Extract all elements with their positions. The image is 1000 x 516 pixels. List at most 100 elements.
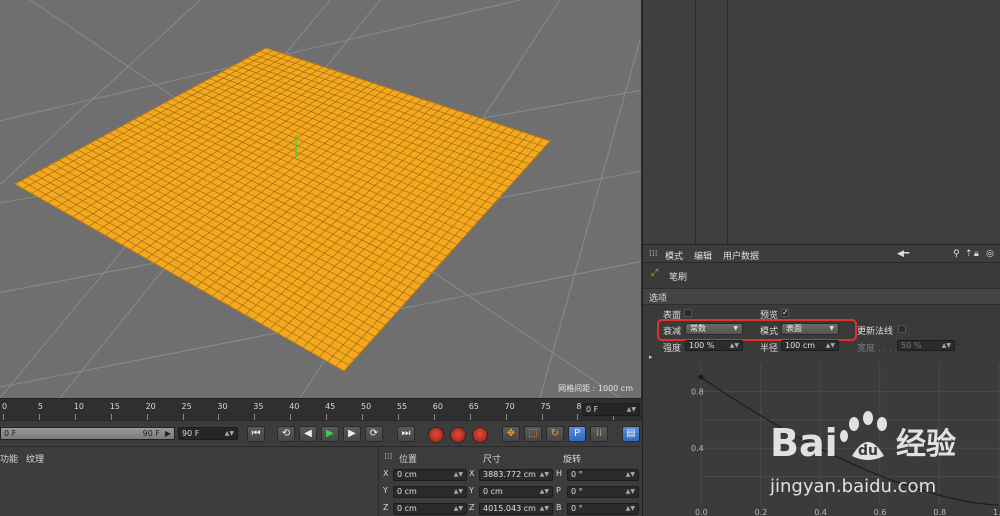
end-frame-value: 90 F <box>182 429 200 438</box>
drag-handle-icon[interactable]: ⁞⁞⁞ <box>649 249 658 259</box>
previous-frame-button[interactable]: ◀ <box>299 426 317 442</box>
timeline-tick-label: 40 <box>289 402 300 411</box>
up-arrow-icon[interactable]: ⇡ <box>965 249 973 259</box>
position-field-value: 0 cm <box>397 487 417 496</box>
current-frame-field[interactable]: 0 F ▲▼ <box>582 403 640 416</box>
timeline-tick-label: 20 <box>145 402 156 411</box>
stepper-arrows-icon[interactable]: ▲▼ <box>730 341 739 350</box>
stepper-arrows-icon[interactable]: ▲▼ <box>626 470 635 480</box>
collapse-triangle-icon[interactable]: ▸ <box>649 353 653 361</box>
stepper-arrows-icon[interactable]: ▲▼ <box>454 504 463 514</box>
position-axis-label: Y <box>383 486 388 495</box>
timeline-tick-label: 25 <box>181 402 192 411</box>
record-parameter-button[interactable]: P <box>568 426 586 442</box>
width-field: 50 % ▲▼ <box>897 340 955 351</box>
range-start-value: 0 F <box>4 429 17 438</box>
range-arrow-icon[interactable]: ▶ <box>165 428 171 439</box>
rotation-header: 旋转 <box>563 455 582 465</box>
position-field[interactable]: 0 cm ▲▼ <box>393 503 467 515</box>
menu-texture[interactable]: 纹理 <box>26 452 44 465</box>
strength-field[interactable]: 100 % ▲▼ <box>685 340 743 351</box>
falloff-label: 衰减 <box>663 327 682 337</box>
position-axis-label: X <box>383 469 388 478</box>
back-arrow-icon[interactable]: ◀━ <box>897 249 909 259</box>
rotation-field[interactable]: 0 ° ▲▼ <box>567 503 639 515</box>
rotation-field-value: 0 ° <box>571 487 583 496</box>
curve-control-point[interactable] <box>698 374 704 380</box>
falloff-value: 常数 <box>690 324 706 333</box>
stepper-arrows-icon[interactable]: ▲▼ <box>540 504 549 514</box>
stepper-arrows-icon[interactable]: ▲▼ <box>454 487 463 497</box>
curve-x-tick: 0.2 <box>755 508 768 516</box>
next-frame-button[interactable]: ▶ <box>343 426 361 442</box>
size-field[interactable]: 0 cm ▲▼ <box>479 486 553 498</box>
autokeying-button[interactable] <box>450 427 466 443</box>
size-field[interactable]: 4015.043 cm ▲▼ <box>479 503 553 515</box>
stepper-arrows-icon[interactable]: ▲▼ <box>540 470 549 480</box>
mode-dropdown[interactable]: 表面 ▼ <box>781 323 839 335</box>
rotation-axis-label-value: B <box>556 503 562 512</box>
go-to-start-button[interactable]: ⏮ <box>247 426 265 442</box>
stepper-arrows-icon[interactable]: ▲▼ <box>626 487 635 497</box>
record-rotation-button[interactable]: ↻ <box>546 426 564 442</box>
stepper-arrows-icon[interactable]: ▲▼ <box>826 341 835 350</box>
size-axis-label-value: Y <box>469 486 474 495</box>
watermark-url: jingyan.baidu.com <box>769 476 936 497</box>
timeline-tick-label: 70 <box>504 402 515 411</box>
update-normals-checkbox[interactable] <box>898 325 906 333</box>
rotation-axis-label-value: P <box>556 486 561 495</box>
play-button[interactable]: ▶ <box>321 426 339 442</box>
watermark-du: du <box>858 443 878 459</box>
position-field[interactable]: 0 cm ▲▼ <box>393 469 467 481</box>
timeline-tick-label: 5 <box>37 402 43 411</box>
position-field[interactable]: 0 cm ▲▼ <box>393 486 467 498</box>
brush-tool-icon: ⤢ <box>651 268 659 278</box>
timeline-tick-label: 0 <box>2 402 8 411</box>
next-key-button[interactable]: ⟳ <box>365 426 383 442</box>
stepper-arrows-icon[interactable]: ▲▼ <box>540 487 549 497</box>
timeline-tick-label: 35 <box>253 402 264 411</box>
menu-mode[interactable]: 模式 <box>665 249 683 262</box>
scheme-settings-button[interactable]: ▤ <box>622 426 640 442</box>
target-icon[interactable]: ◎ <box>986 249 994 259</box>
menu-edit[interactable]: 编辑 <box>694 249 712 262</box>
go-to-end-button[interactable]: ⏭ <box>397 426 415 442</box>
preview-checkbox[interactable]: ✓ <box>781 309 789 317</box>
falloff-dropdown[interactable]: 常数 ▼ <box>685 323 743 335</box>
radius-field[interactable]: 100 cm ▲▼ <box>781 340 839 351</box>
timeline-tick-label: 60 <box>432 402 443 411</box>
mode-label: 模式 <box>760 327 779 337</box>
surface-checkbox[interactable] <box>684 309 692 317</box>
record-position-button[interactable]: ✥ <box>502 426 520 442</box>
menu-user-data[interactable]: 用户数据 <box>723 249 759 262</box>
stepper-arrows-icon: ▲▼ <box>941 342 951 349</box>
tool-name: 笔刷 <box>669 273 688 283</box>
size-axis-label-value: X <box>469 469 475 478</box>
record-point-level-button[interactable]: ⁞⁞ <box>590 426 608 442</box>
record-scale-button[interactable]: ⬚ <box>524 426 542 442</box>
rotation-field[interactable]: 0 ° ▲▼ <box>567 486 639 498</box>
stepper-arrows-icon[interactable]: ▲▼ <box>454 470 463 480</box>
preview-range-slider[interactable]: 0 F 90 F ▶ <box>0 427 175 440</box>
timeline-tick-label: 55 <box>396 402 408 411</box>
strength-label: 强度 <box>663 344 682 354</box>
options-section-bar[interactable]: 选项 <box>643 289 1000 305</box>
search-icon[interactable]: ⚲ <box>953 249 960 259</box>
rotation-field[interactable]: 0 ° ▲▼ <box>567 469 639 481</box>
3d-viewport[interactable]: 网格间距 : 1000 cm <box>0 0 642 398</box>
stepper-arrows-icon[interactable]: ▲▼ <box>626 504 635 514</box>
end-frame-field[interactable]: 90 F ▲▼ <box>178 427 238 440</box>
options-section-label: 选项 <box>649 294 668 304</box>
record-active-objects-button[interactable] <box>428 427 444 443</box>
stepper-arrows-icon[interactable]: ▲▼ <box>627 404 636 415</box>
stepper-arrows-icon[interactable]: ▲▼ <box>225 428 234 439</box>
timeline-ruler[interactable]: 051015202530354045505560657075808590 0 F… <box>0 398 658 420</box>
size-field[interactable]: 3883.772 cm ▲▼ <box>479 469 553 481</box>
object-manager[interactable] <box>642 0 1000 244</box>
lock-icon[interactable]: 🔒︎ <box>974 249 979 259</box>
keyframe-selection-button[interactable] <box>472 427 488 443</box>
menu-function[interactable]: 功能 <box>0 452 18 465</box>
previous-key-button[interactable]: ⟲ <box>277 426 295 442</box>
viewport-scene[interactable] <box>0 0 642 398</box>
drag-handle-icon[interactable]: ⁞⁞⁞ <box>384 452 393 462</box>
